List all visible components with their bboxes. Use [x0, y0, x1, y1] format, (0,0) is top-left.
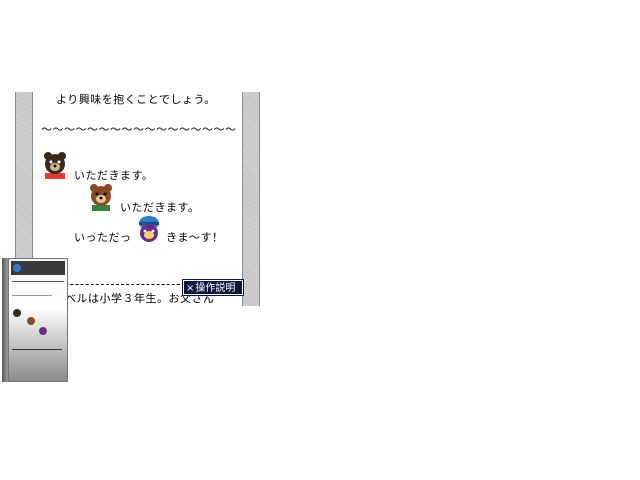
dark-bear-face-icon — [13, 309, 21, 317]
cover-rule — [12, 349, 62, 350]
speech-line-2: いただきます。 — [120, 201, 200, 214]
help-button-label: 操作説明 — [195, 283, 236, 294]
tilde-separator: 〜〜〜〜〜〜〜〜〜〜〜〜〜〜〜〜〜 — [41, 123, 237, 136]
book-cover-thumbnail[interactable] — [2, 258, 68, 382]
book-cover — [8, 258, 68, 382]
dark-bear-face-icon — [44, 152, 66, 179]
cover-logo-icon — [13, 264, 21, 272]
right-scroll-rail — [242, 92, 260, 306]
brown-bear-face-icon — [27, 317, 35, 325]
text-line-1: より興味を抱くことでしょう。 — [56, 93, 216, 106]
purple-creature-icon — [39, 327, 47, 335]
speech-line-3b: きま〜す！ — [166, 231, 224, 244]
cover-rule — [12, 295, 52, 296]
purple-creature-icon — [139, 216, 159, 242]
cover-rule — [12, 281, 64, 282]
brown-bear-face-icon — [90, 184, 112, 211]
help-button[interactable]: ×操作説明 — [183, 280, 243, 295]
close-icon: × — [186, 283, 195, 294]
cover-header-band — [11, 261, 65, 275]
speech-line-1: いただきます。 — [74, 169, 154, 182]
speech-line-3a: いっただっ — [74, 231, 132, 244]
